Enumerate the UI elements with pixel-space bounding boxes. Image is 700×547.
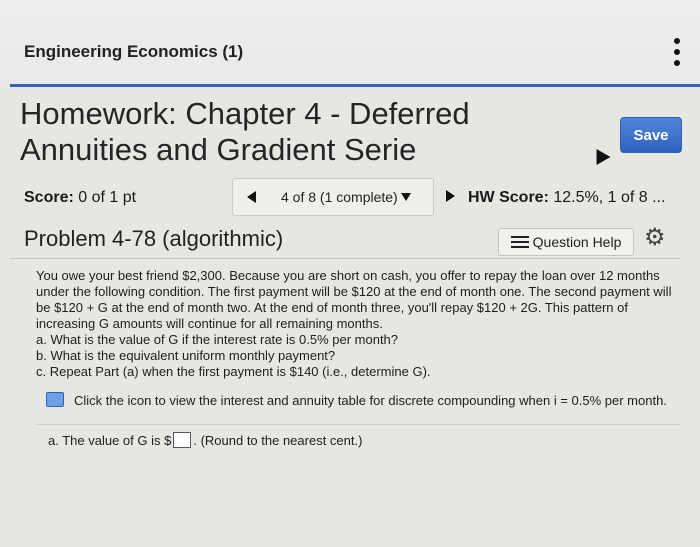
answer-prefix: a. The value of G is $ [48,433,172,448]
divider [36,424,680,425]
top-bar: Engineering Economics (1) [0,0,700,86]
hw-score: HW Score: 12.5%, 1 of 8 ... [468,189,665,207]
question-position[interactable]: 4 of 8 (1 complete) [281,189,398,205]
table-link-text: Click the icon to view the interest and … [74,393,667,408]
course-title: Engineering Economics (1) [24,42,244,61]
table-icon[interactable] [46,392,64,407]
problem-title: Problem 4-78 (algorithmic) [24,226,284,251]
page-title: Homework: Chapter 4 - Deferred Annuities… [20,96,470,167]
kebab-menu-icon[interactable] [672,38,682,66]
question-help-button[interactable]: Question Help [498,228,634,256]
answer-row: a. The value of G is $ . (Round to the ne… [48,432,362,448]
score: Score: 0 of 1 pt [24,189,136,207]
answer-input[interactable] [173,432,192,448]
question-help-label: Question Help [532,234,622,250]
problem-part-a: a. What is the value of G if the interes… [36,332,399,347]
problem-part-c: c. Repeat Part (a) when the first paymen… [36,364,431,379]
hw-score-value: 12.5%, 1 of 8 ... [553,189,666,206]
problem-paragraph: You owe your best friend $2,300. Because… [36,268,672,331]
list-icon [510,236,529,248]
answer-suffix: . (Round to the nearest cent.) [193,433,363,448]
save-button[interactable]: Save [620,117,682,153]
score-label: Score: [24,189,74,206]
question-navigator[interactable]: 4 of 8 (1 complete) [232,178,434,216]
gear-icon[interactable]: ⚙ [644,226,666,250]
table-link: Click the icon to view the interest and … [46,392,676,408]
hw-score-label: HW Score: [468,189,549,206]
header-divider [10,84,700,87]
score-value: 0 of 1 pt [78,189,137,206]
dropdown-arrow-icon[interactable] [401,193,411,201]
problem-statement: You owe your best friend $2,300. Because… [36,268,676,380]
divider [10,258,680,259]
score-bar: Score: 0 of 1 pt 4 of 8 (1 complete) HW … [0,178,700,216]
mouse-cursor-icon [589,144,611,166]
previous-question-icon[interactable] [247,191,256,203]
problem-part-b: b. What is the equivalent uniform monthl… [36,348,336,363]
next-question-icon[interactable] [446,190,455,202]
